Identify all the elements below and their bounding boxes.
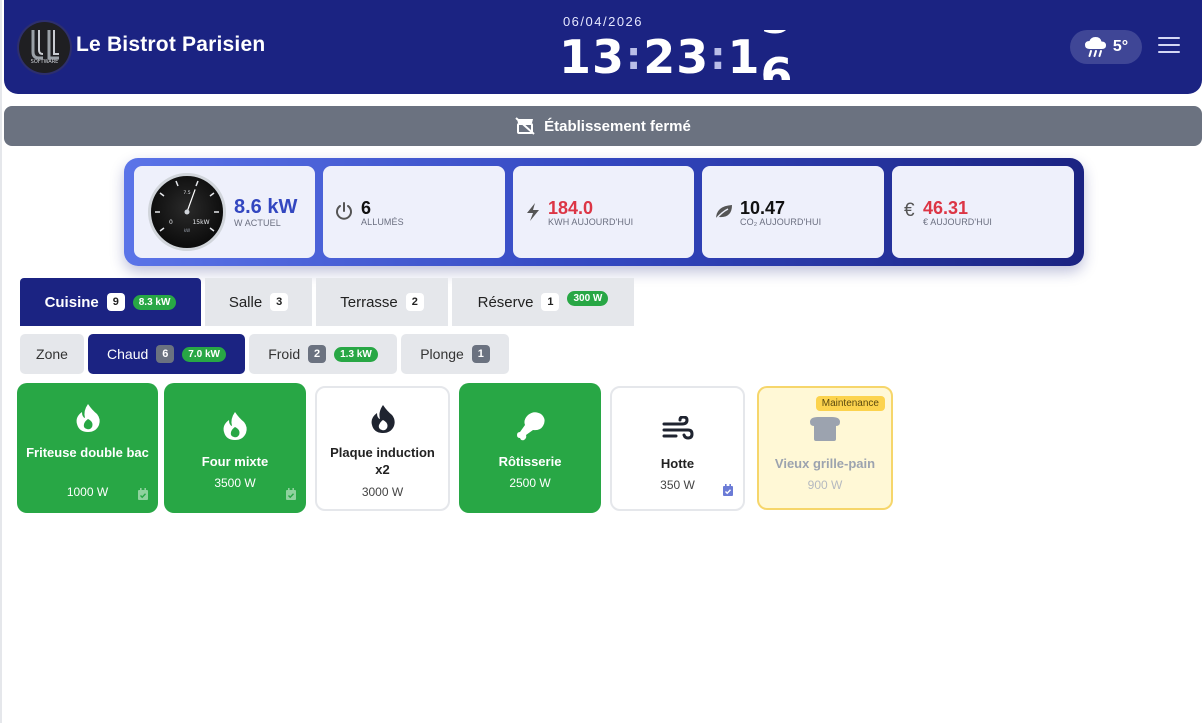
energy-label: KWH AUJOURD'HUI [548,217,634,227]
device-card-hotte[interactable]: Hotte 350 W [610,386,745,511]
bolt-icon [527,203,539,221]
clock-hours: 13 [559,30,626,80]
stat-card-on: 6 ALLUMÉS [323,166,505,258]
maintenance-badge: Maintenance [815,396,885,411]
toaster-icon [759,416,891,442]
co2-label: CO₂ AUJOURD'HUI [740,217,822,227]
cost-label: € AUJOURD'HUI [923,217,993,227]
gauge-max: 15kW [192,219,209,226]
subtab-plonge[interactable]: Plonge 1 [401,334,509,374]
clock-seconds-incoming: 6 [760,48,791,80]
weather-widget[interactable]: 5° [1070,30,1142,64]
establishment-status-bar: Établissement fermé [4,106,1202,146]
device-card-plaque-induction[interactable]: Plaque induction x2 3000 W [315,386,450,511]
tab-count: 2 [405,293,424,311]
tab-count: 1 [541,293,560,311]
gauge-mid: 7.5 [183,190,190,196]
power-value: 8.6 kW [234,196,298,218]
euro-icon: € [904,200,915,221]
device-watts: 900 W [807,478,843,492]
device-name: Plaque induction x2 [330,445,435,477]
power-icon [336,202,352,220]
device-watts: 2500 W [509,476,551,490]
device-name: Hotte [660,456,695,471]
leaf-icon [715,205,732,220]
tab-power-badge: 300 W [567,290,609,306]
device-card-friteuse[interactable]: Friteuse double bac 1000 W [17,383,158,513]
power-label: W ACTUEL [234,218,281,228]
store-closed-icon [515,117,535,135]
date-display: 06/04/2026 [562,14,644,29]
menu-button[interactable] [1158,37,1180,55]
energy-value: 184.0 [548,198,594,218]
gauge-unit: kW [184,228,190,233]
device-card-grille-pain[interactable]: Maintenance Vieux grille-pain 900 W [757,386,893,510]
subtab-froid[interactable]: Froid 2 1.3 kW [249,334,397,374]
device-name: Rôtisserie [498,454,562,469]
subtab-power-badge: 7.0 kW [182,346,226,362]
device-name: Friteuse double bac [26,445,149,460]
stats-panel: 0 15kW 7.5 kW 8.6 kW W ACTUEL 6 ALLUMÉS … [124,158,1084,266]
clock: 13:23:156 [559,30,790,80]
power-gauge: 0 15kW 7.5 kW [148,173,226,251]
tab-label: Salle [228,293,263,311]
calendar-check-icon[interactable] [722,484,734,497]
clock-minutes: 23 [643,30,710,80]
stat-card-cost: € 46.31 € AUJOURD'HUI [892,166,1074,258]
calendar-check-icon[interactable] [137,488,149,501]
device-card-four-mixte[interactable]: Four mixte 3500 W [164,383,306,513]
clock-seconds-outgoing: 5 [760,30,790,40]
tab-label: Terrasse [340,293,398,311]
stat-card-co2: 10.47 CO₂ AUJOURD'HUI [702,166,884,258]
subtab-label: Froid [268,346,301,362]
cloud-rain-icon [1084,37,1106,57]
gauge-min: 0 [169,219,173,226]
fire-icon [17,403,158,433]
stat-card-energy: 184.0 KWH AUJOURD'HUI [513,166,694,258]
device-card-rotisserie[interactable]: Rôtisserie 2500 W [459,383,601,513]
subtab-label: Zone [36,346,68,362]
fire-icon [317,404,448,434]
stat-card-power: 0 15kW 7.5 kW 8.6 kW W ACTUEL [134,166,315,258]
cost-value: 46.31 [923,198,969,218]
device-name: Vieux grille-pain [774,456,876,471]
app-header: SOFTWARE Le Bistrot Parisien 06/04/2026 … [4,0,1202,94]
subtab-power-badge: 1.3 kW [334,346,378,362]
co2-value: 10.47 [740,198,786,218]
subtab-count: 1 [471,345,490,363]
calendar-check-icon[interactable] [285,488,297,501]
on-label: ALLUMÉS [361,217,404,227]
fire-icon [164,411,306,441]
subtab-zone[interactable]: Zone [20,334,84,374]
subtab-count: 6 [156,345,175,363]
hamburger-icon [1158,37,1180,39]
drumstick-icon [459,411,601,441]
tab-reserve[interactable]: Réserve 1 300 W [452,278,634,326]
device-watts: 3000 W [361,485,404,499]
tab-count: 3 [270,293,289,311]
tab-label: Réserve [477,293,534,311]
brand-name: Le Bistrot Parisien [76,33,266,56]
clock-seconds-tens: 1 [727,30,761,80]
tab-salle[interactable]: Salle 3 [205,278,312,326]
logo: SOFTWARE [19,22,70,73]
device-name: Four mixte [201,454,269,469]
tab-power-badge: 8.3 kW [132,294,177,310]
tab-cuisine[interactable]: Cuisine 9 8.3 kW [20,278,201,326]
tab-terrasse[interactable]: Terrasse 2 [316,278,448,326]
weather-temp: 5° [1112,38,1129,55]
on-value: 6 [361,198,372,218]
tab-count: 9 [106,293,125,311]
tab-label: Cuisine [44,293,99,311]
status-label: Établissement fermé [544,117,691,135]
wind-icon [612,416,743,442]
subtab-count: 2 [308,345,327,363]
logo-text: SOFTWARE [31,59,59,65]
subtab-label: Chaud [107,346,149,362]
subtab-chaud[interactable]: Chaud 6 7.0 kW [88,334,245,374]
subtab-label: Plonge [420,346,464,362]
